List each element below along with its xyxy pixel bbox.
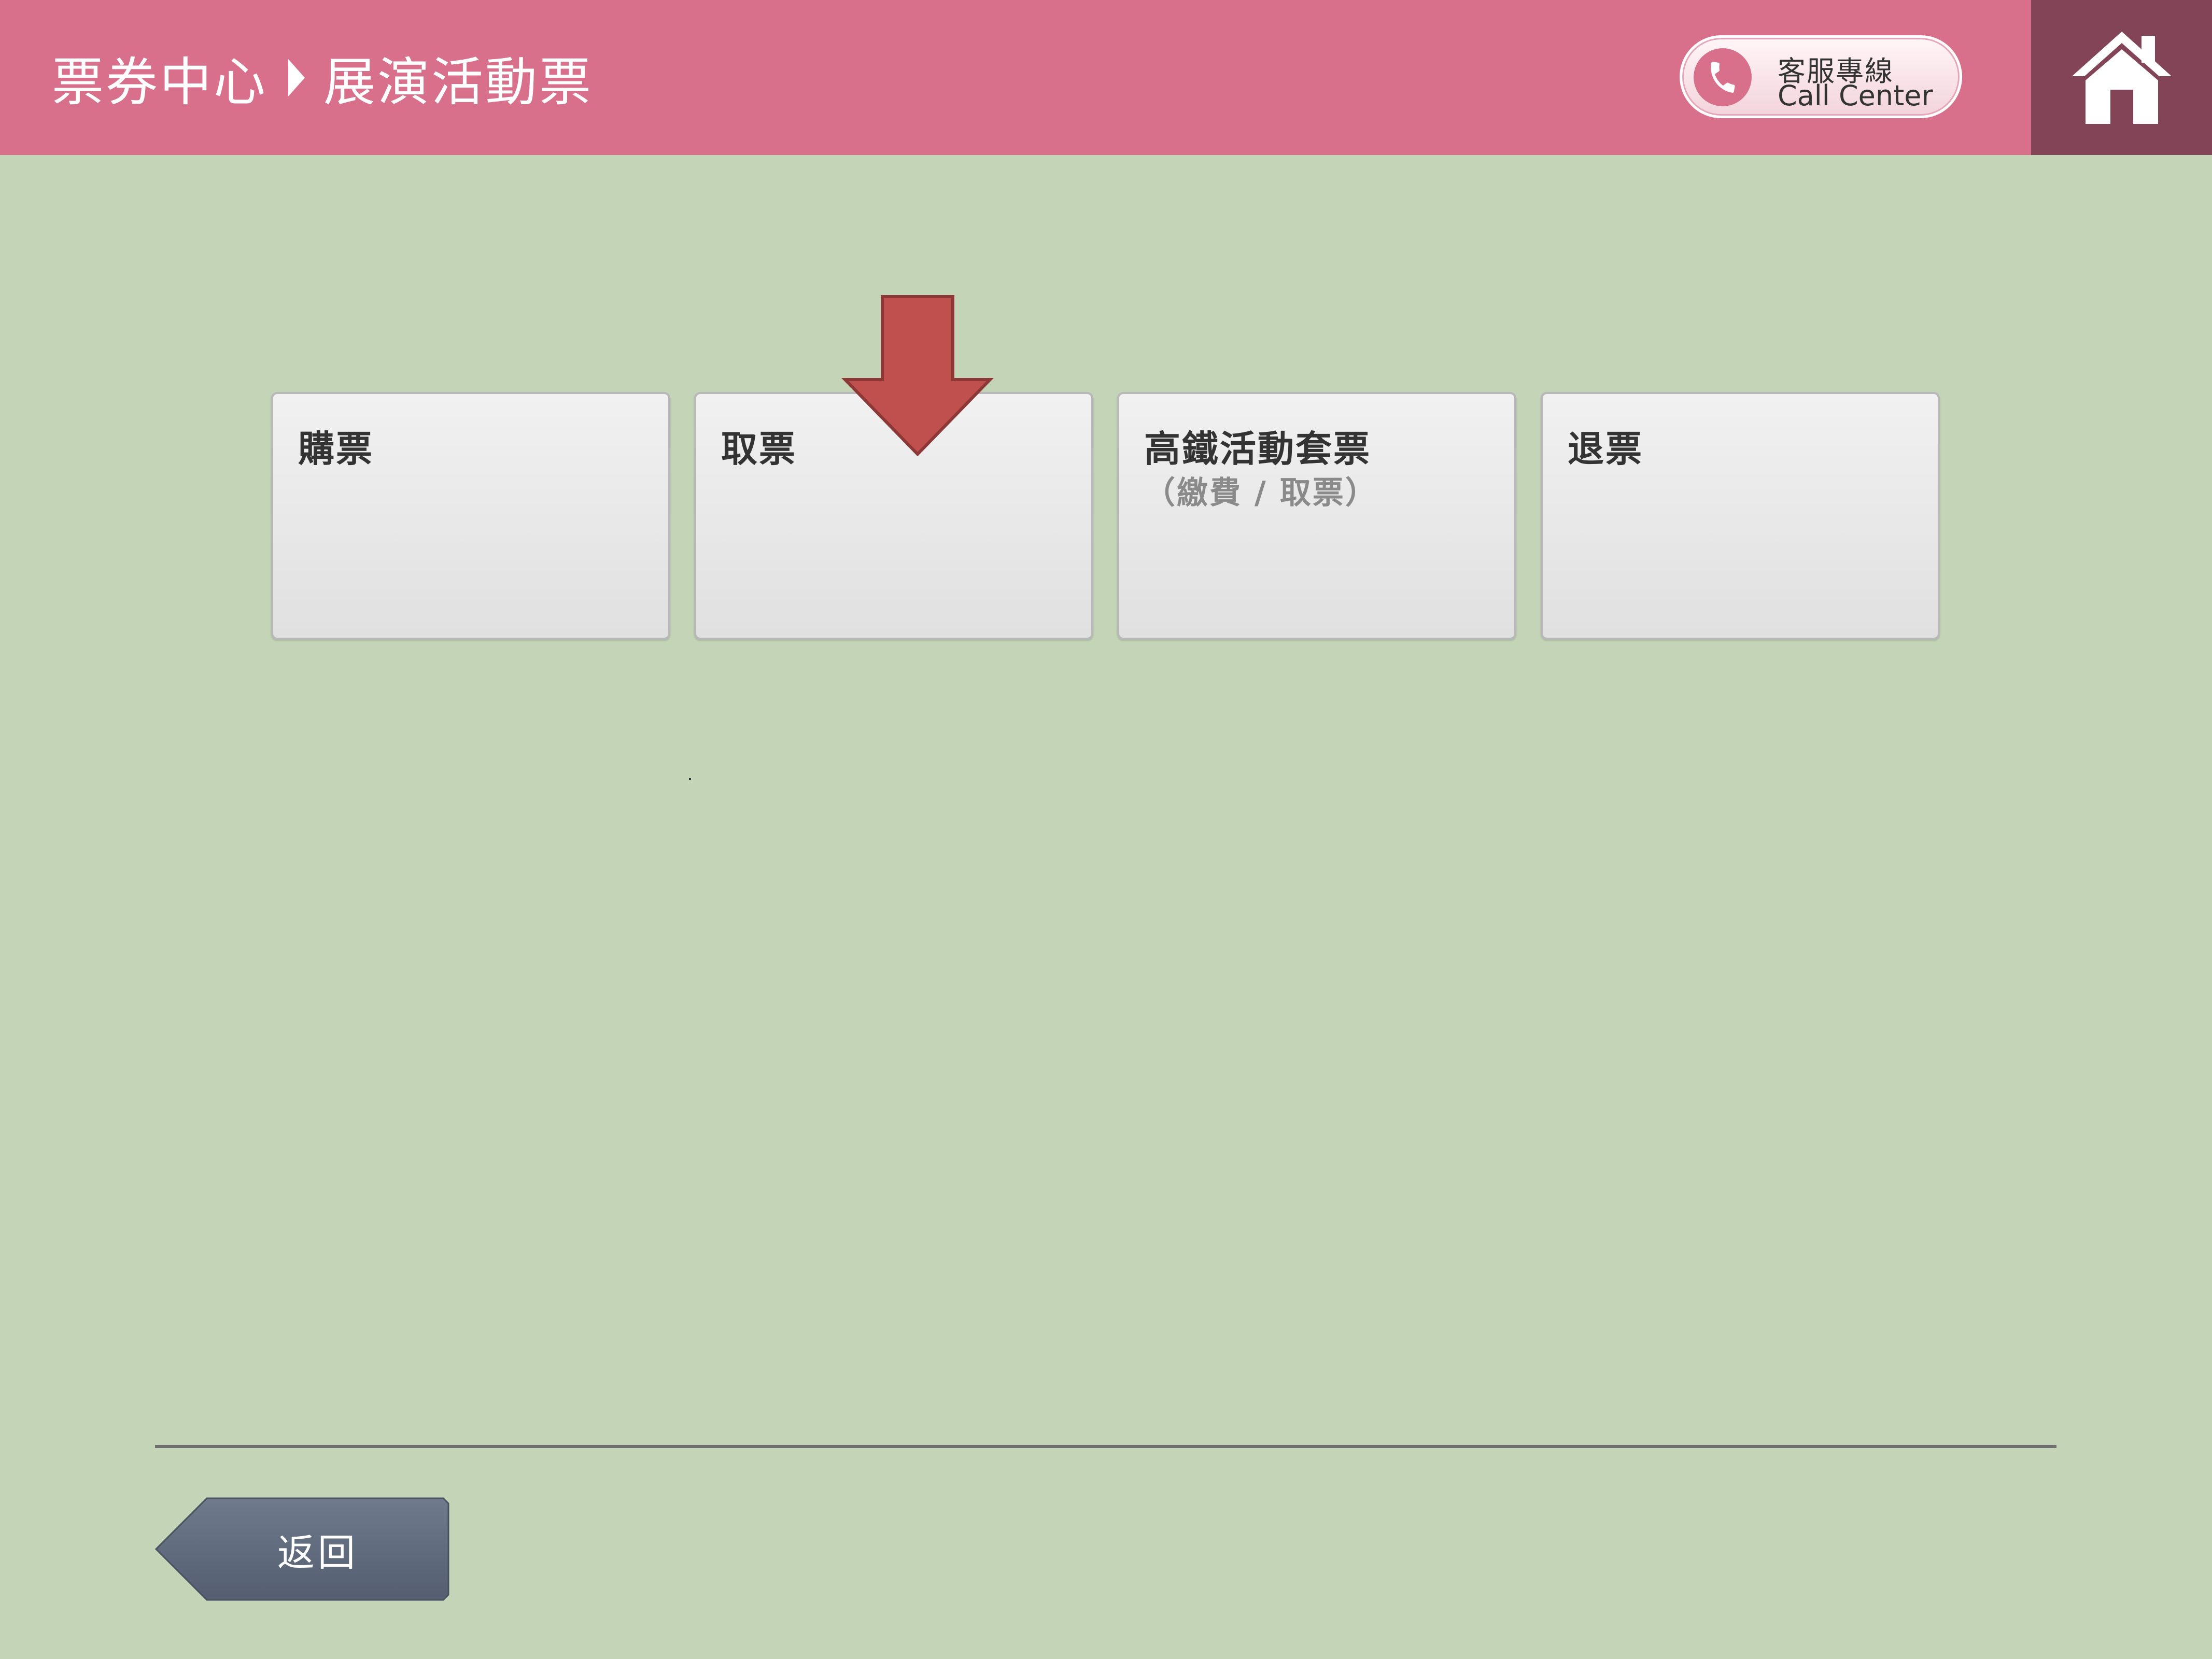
tile-title: 取票 — [721, 428, 797, 470]
back-button[interactable]: 返回 — [155, 1497, 449, 1601]
tile-title: 高鐵活動套票 — [1144, 428, 1371, 470]
arrow-down-icon — [841, 295, 994, 457]
home-icon — [2072, 31, 2172, 124]
back-button-label: 返回 — [277, 1530, 358, 1574]
footer-divider — [155, 1445, 2056, 1448]
call-center-label-en: Call Center — [1778, 79, 1933, 112]
tile-refund-ticket[interactable]: 退票 — [1541, 392, 1940, 640]
breadcrumb-item-ticket-center[interactable]: 票券中心 — [52, 40, 267, 115]
header-bar: 票券中心 展演活動票 客服專線 Call Center — [0, 0, 2212, 155]
tile-subtitle: （繳費 / 取票） — [1144, 475, 1378, 511]
breadcrumb-separator-icon — [288, 59, 305, 96]
stray-dot — [689, 778, 691, 780]
breadcrumb: 票券中心 展演活動票 — [52, 0, 593, 155]
home-button[interactable] — [2031, 0, 2212, 155]
call-center-button[interactable]: 客服專線 Call Center — [1680, 35, 1962, 118]
tile-title: 購票 — [298, 428, 374, 470]
breadcrumb-item-exhibition-tickets: 展演活動票 — [323, 52, 593, 113]
tile-hsr-package-ticket[interactable]: 高鐵活動套票 （繳費 / 取票） — [1117, 392, 1516, 640]
phone-icon — [1694, 48, 1752, 106]
tile-buy-ticket[interactable]: 購票 — [271, 392, 670, 640]
tile-title: 退票 — [1568, 428, 1643, 470]
